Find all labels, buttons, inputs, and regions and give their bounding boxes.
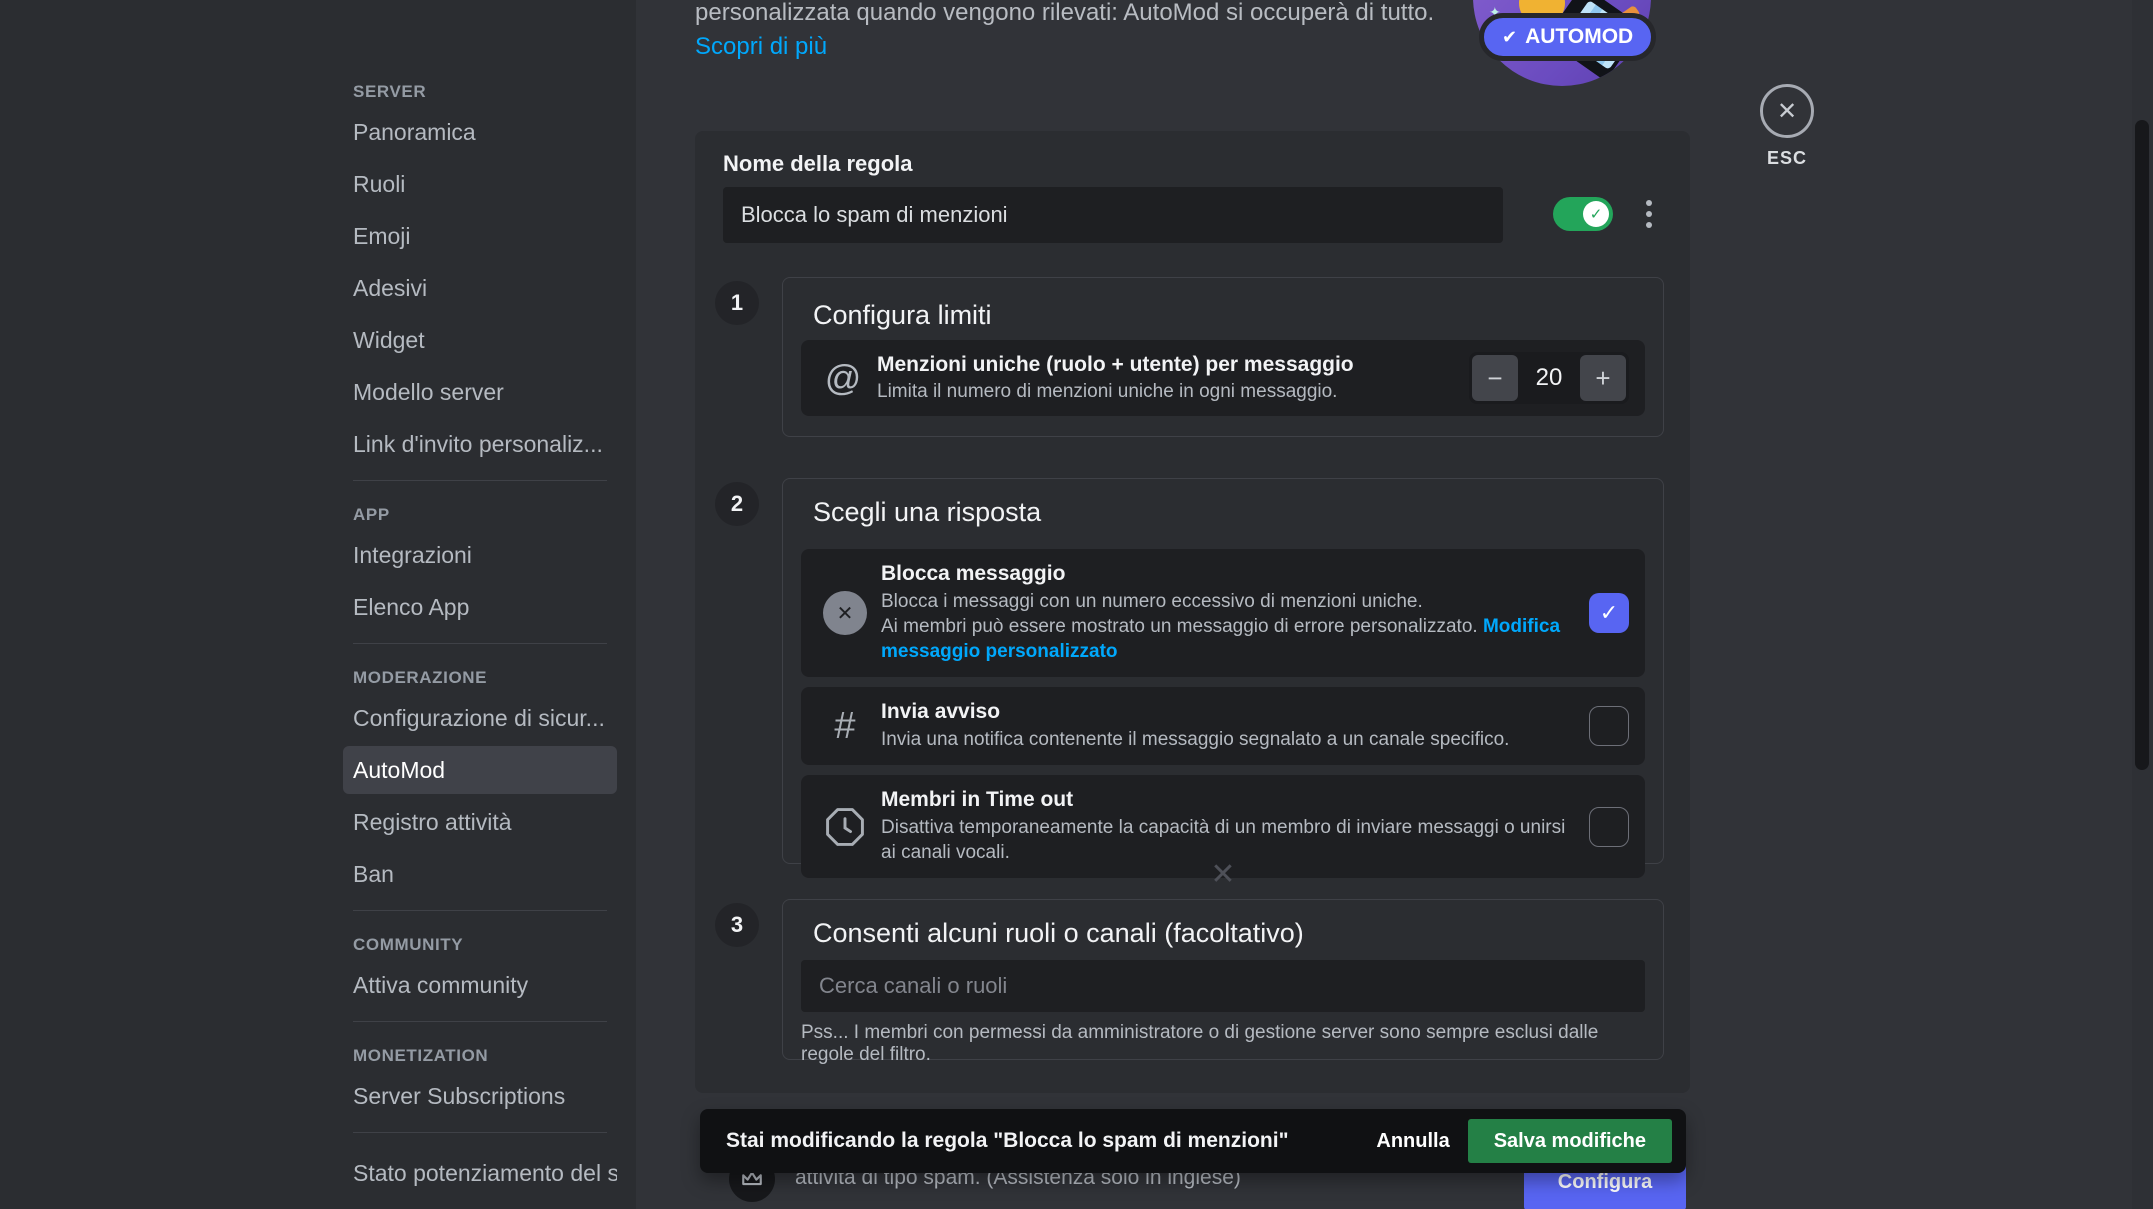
toggle-knob: ✓ — [1583, 201, 1609, 227]
mention-limit-value: 20 — [1518, 364, 1580, 392]
esc-label: ESC — [1758, 148, 1816, 169]
option-title: Blocca messaggio — [881, 562, 1575, 586]
nav-header-monetization: MONETIZATION — [343, 1038, 617, 1072]
nav-header-app: APP — [343, 497, 617, 531]
step-title-limits: Configura limiti — [783, 278, 1663, 331]
option-description: Blocca i messaggi con un numero eccessiv… — [881, 589, 1575, 614]
mention-limit-stepper: − 20 + — [1469, 352, 1629, 404]
step-title-response: Scegli una risposta — [783, 479, 1663, 528]
channel-hash-icon: # — [834, 705, 855, 748]
check-icon: ✓ — [1600, 600, 1618, 626]
response-option-send-alert: # Invia avviso Invia una notifica conten… — [801, 687, 1645, 765]
sidebar-item-adesivi[interactable]: Adesivi — [343, 264, 617, 312]
sidebar-item-integrazioni[interactable]: Integrazioni — [343, 531, 617, 579]
exempt-hint-text: Pss... I membri con permessi da amminist… — [801, 1022, 1645, 1066]
exempt-search-input[interactable] — [801, 960, 1645, 1012]
mention-limit-title: Menzioni uniche (ruolo + utente) per mes… — [877, 353, 1469, 377]
option-title: Invia avviso — [881, 700, 1575, 724]
checkbox-block-message[interactable]: ✓ — [1589, 593, 1629, 633]
sidebar-item-automod[interactable]: AutoMod — [343, 746, 617, 794]
step-number-3: 3 — [715, 903, 759, 947]
save-changes-button[interactable]: Salva modifiche — [1468, 1119, 1672, 1163]
sidebar-item-attiva-community[interactable]: Attiva community — [343, 961, 617, 1009]
nav-divider — [353, 1021, 607, 1022]
sidebar-item-configurazione-sicurezza[interactable]: Configurazione di sicur... — [343, 694, 617, 742]
block-icon: ✕ — [823, 591, 867, 635]
sidebar-item-ruoli[interactable]: Ruoli — [343, 160, 617, 208]
decrement-button[interactable]: − — [1472, 355, 1518, 401]
sidebar-item-ban[interactable]: Ban — [343, 850, 617, 898]
x-divider-icon: ✕ — [782, 857, 1664, 892]
step-card-exemptions: Consenti alcuni ruoli o canali (facoltat… — [782, 899, 1664, 1060]
mention-limit-description: Limita il numero di menzioni uniche in o… — [877, 381, 1469, 403]
sidebar-item-elenco-app[interactable]: Elenco App — [343, 583, 617, 631]
close-settings: ✕ ESC — [1758, 84, 1816, 169]
sidebar-item-modello-server[interactable]: Modello server — [343, 368, 617, 416]
option-title: Membri in Time out — [881, 788, 1575, 812]
mention-limit-row: @ Menzioni uniche (ruolo + utente) per m… — [801, 340, 1645, 416]
learn-more-link[interactable]: Scopri di più — [695, 33, 827, 61]
nav-header-server: SERVER — [343, 74, 617, 108]
sidebar-item-registro-attivita[interactable]: Registro attività — [343, 798, 617, 846]
step-card-limits: Configura limiti @ Menzioni uniche (ruol… — [782, 277, 1664, 437]
increment-button[interactable]: + — [1580, 355, 1626, 401]
timeout-clock-icon — [823, 805, 867, 849]
settings-sidebar: SERVER Panoramica Ruoli Emoji Adesivi Wi… — [0, 0, 636, 1209]
settings-nav: SERVER Panoramica Ruoli Emoji Adesivi Wi… — [343, 74, 617, 1201]
check-icon: ✓ — [1590, 205, 1603, 223]
sidebar-item-emoji[interactable]: Emoji — [343, 212, 617, 260]
scrollbar-thumb[interactable] — [2135, 120, 2149, 770]
at-sign-icon: @ — [817, 357, 869, 399]
sidebar-item-link-invito[interactable]: Link d'invito personaliz... — [343, 420, 617, 468]
option-description: Invia una notifica contenente il messagg… — [881, 727, 1575, 752]
sidebar-item-panoramica[interactable]: Panoramica — [343, 108, 617, 156]
sidebar-item-server-subscriptions[interactable]: Server Subscriptions — [343, 1072, 617, 1120]
unsaved-changes-message: Stai modificando la regola "Blocca lo sp… — [726, 1129, 1289, 1153]
option-description-2: Ai membri può essere mostrato un messagg… — [881, 616, 1478, 637]
checkbox-timeout[interactable] — [1589, 807, 1629, 847]
automod-intro-text: personalizzata quando vengono rilevati: … — [695, 0, 1495, 29]
sidebar-item-stato-potenziamento[interactable]: Stato potenziamento del s... — [343, 1149, 617, 1197]
step-number-1: 1 — [715, 281, 759, 325]
nav-divider — [353, 480, 607, 481]
automod-badge: ✔ AUTOMOD — [1479, 13, 1656, 61]
unsaved-changes-bar: Stai modificando la regola "Blocca lo sp… — [700, 1109, 1686, 1173]
nav-header-community: COMMUNITY — [343, 927, 617, 961]
rule-name-label: Nome della regola — [723, 151, 913, 177]
rule-enabled-toggle[interactable]: ✓ — [1553, 197, 1613, 231]
scrollbar-track — [2132, 0, 2153, 1209]
check-icon: ✔ — [1502, 27, 1517, 48]
step-title-exemptions: Consenti alcuni ruoli o canali (facoltat… — [783, 900, 1663, 949]
nav-divider — [353, 643, 607, 644]
rule-editor-panel: Nome della regola ✓ 1 Configura limiti @… — [695, 131, 1690, 1093]
close-button[interactable]: ✕ — [1760, 84, 1814, 138]
rule-options-menu-button[interactable] — [1639, 195, 1659, 233]
cancel-button[interactable]: Annulla — [1358, 1120, 1467, 1163]
sidebar-item-widget[interactable]: Widget — [343, 316, 617, 364]
step-number-2: 2 — [715, 482, 759, 526]
nav-divider — [353, 1132, 607, 1133]
close-icon: ✕ — [1777, 97, 1797, 126]
step-card-response: Scegli una risposta ✕ Blocca messaggio B… — [782, 478, 1664, 864]
nav-header-moderazione: MODERAZIONE — [343, 660, 617, 694]
checkbox-send-alert[interactable] — [1589, 706, 1629, 746]
automod-badge-label: AUTOMOD — [1525, 25, 1633, 49]
response-option-block-message: ✕ Blocca messaggio Blocca i messaggi con… — [801, 549, 1645, 677]
rule-name-input[interactable] — [723, 187, 1503, 243]
nav-divider — [353, 910, 607, 911]
